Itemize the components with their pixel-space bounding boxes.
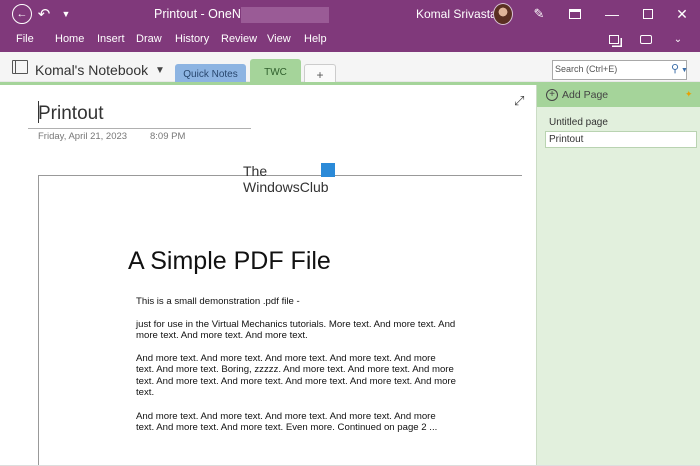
sparkle-icon: ✦ — [685, 89, 693, 99]
quick-access-dropdown-icon[interactable]: ▼ — [60, 4, 72, 24]
pages-pane: + Add Page ✦ Untitled page Printout — [536, 85, 700, 466]
title-bar: ← ↶ ▼ Printout - OneNote Komal Srivastav… — [0, 0, 700, 28]
notebook-bar: Komal's Notebook ▼ Quick Notes TWC + Sea… — [0, 52, 700, 85]
page-item-printout[interactable]: Printout — [549, 134, 583, 145]
printout-paragraph-2: just for use in the Virtual Mechanics tu… — [136, 319, 456, 342]
add-icon: + — [546, 89, 558, 101]
redacted-title-area — [241, 7, 329, 23]
menu-insert[interactable]: Insert — [97, 33, 125, 45]
search-icon[interactable]: ⚲ — [671, 62, 679, 75]
page-time: 8:09 PM — [150, 131, 186, 142]
watermark-text: The WindowsClub — [243, 163, 329, 195]
avatar[interactable] — [493, 3, 513, 25]
search-placeholder: Search (Ctrl+E) — [555, 64, 618, 74]
printout-heading: A Simple PDF File — [128, 247, 331, 275]
search-scope-dropdown-icon[interactable]: ▼ — [681, 67, 688, 74]
menu-bar: File Home Insert Draw History Review Vie… — [0, 28, 700, 52]
menu-home[interactable]: Home — [55, 33, 84, 45]
expand-icon[interactable]: ⤢ — [514, 93, 524, 109]
watermark-logo — [321, 163, 335, 177]
menu-draw[interactable]: Draw — [136, 33, 162, 45]
watermark-line-2: WindowsClub — [243, 179, 329, 195]
back-arrow-icon[interactable]: ← — [12, 4, 32, 24]
printout-paragraph-3: And more text. And more text. And more t… — [136, 353, 456, 399]
ribbon-display-icon[interactable] — [567, 4, 583, 24]
menu-help[interactable]: Help — [304, 33, 327, 45]
page-title[interactable]: Printout — [38, 103, 103, 125]
page-canvas[interactable]: Printout Friday, April 21, 2023 8:09 PM … — [0, 85, 536, 466]
menu-view[interactable]: View — [267, 33, 291, 45]
printout-border-left — [38, 175, 39, 466]
notebook-dropdown-icon[interactable]: ▼ — [155, 65, 165, 76]
menu-history[interactable]: History — [175, 33, 209, 45]
notebook-icon[interactable] — [12, 60, 28, 74]
tab-quick-notes[interactable]: Quick Notes — [175, 64, 246, 84]
maximize-icon[interactable] — [640, 4, 656, 24]
close-icon[interactable]: ✕ — [674, 4, 690, 24]
printout-paragraph-1: This is a small demonstration .pdf file … — [136, 296, 300, 307]
menu-review[interactable]: Review — [221, 33, 257, 45]
printout-paragraph-4: And more text. And more text. And more t… — [136, 411, 438, 434]
comment-icon[interactable] — [638, 32, 654, 47]
minimize-icon[interactable]: — — [604, 4, 620, 24]
add-page-label: Add Page — [562, 89, 609, 101]
add-section-button[interactable]: + — [304, 64, 336, 84]
menu-file[interactable]: File — [16, 33, 34, 45]
notebook-name[interactable]: Komal's Notebook — [35, 62, 148, 78]
search-input[interactable]: Search (Ctrl+E) ⚲ ▼ — [552, 60, 688, 80]
title-underline — [28, 128, 251, 129]
pen-icon[interactable]: ✎ — [530, 4, 548, 24]
add-page-button[interactable]: + Add Page ✦ — [537, 85, 700, 107]
page-item-untitled[interactable]: Untitled page — [549, 117, 608, 128]
undo-icon[interactable]: ↶ — [36, 4, 52, 24]
sticky-notes-icon[interactable] — [606, 32, 622, 47]
watermark-line-1: The — [243, 163, 268, 179]
page-date: Friday, April 21, 2023 — [38, 131, 128, 142]
chevron-down-icon[interactable]: ⌄ — [670, 32, 686, 47]
